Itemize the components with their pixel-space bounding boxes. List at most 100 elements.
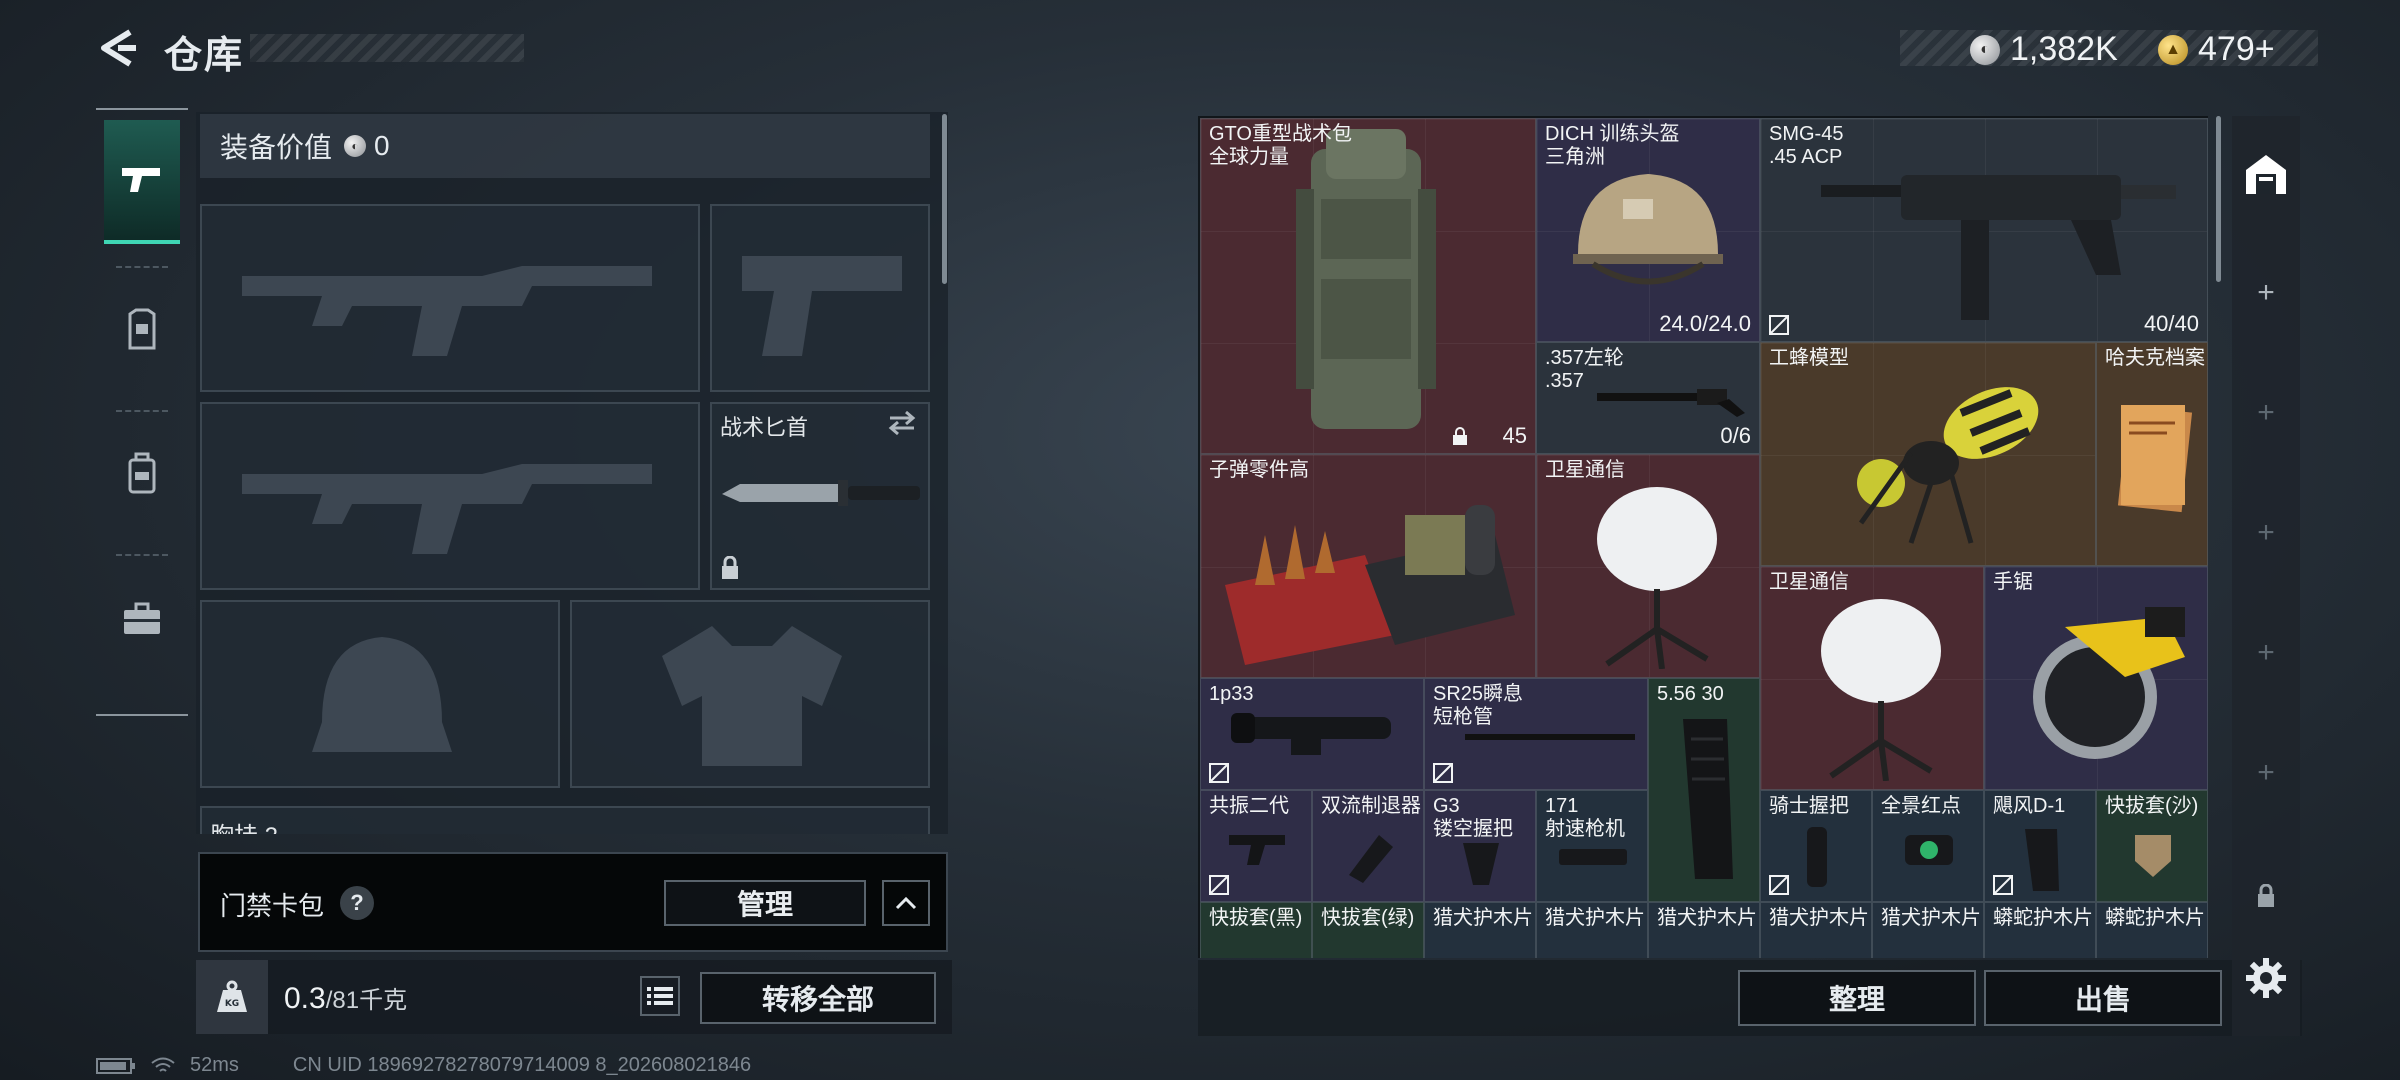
storage-item[interactable]: 1p33 [1200,678,1424,790]
add-page-button[interactable]: + [2232,396,2300,430]
storage-item[interactable]: 猎犬护木片 [1536,902,1648,958]
item-name: 1p33 [1209,683,1254,705]
tab-armor[interactable] [104,270,180,390]
category-tab-rail [96,108,188,716]
add-page-button[interactable]: + [2232,516,2300,550]
item-name: 哈夫克档案 [2105,347,2205,369]
expand-button[interactable] [882,880,930,926]
item-name: GTO重型战术包 全球力量 [1209,123,1352,168]
help-icon[interactable]: ? [340,886,374,920]
list-view-button[interactable] [640,976,680,1016]
settings-button[interactable] [2244,956,2288,1005]
vertical-grip-icon [1807,827,1827,887]
add-page-button[interactable]: + [2232,636,2300,670]
add-page-button[interactable]: + [2232,276,2300,310]
title-decoration [250,34,524,62]
tab-case[interactable] [104,560,180,680]
briefcase-icon [124,602,160,634]
bee-model-icon [1857,387,2039,544]
storage-item[interactable]: 全景红点 [1872,790,1984,902]
storage-item[interactable]: 171 射速枪机 [1536,790,1648,902]
weight-bar: KG 0.3/81千克 转移全部 [196,960,952,1034]
primary-weapon-slot-1[interactable] [200,204,700,392]
stock-icon [2025,829,2059,891]
storage-item[interactable]: SMG-45 .45 ACP 40/40 [1760,118,2208,342]
back-arrow-icon [101,29,136,67]
gun-icon [122,168,160,192]
storage-item[interactable]: G3 镂空握把 [1424,790,1536,902]
equipment-scrollbar[interactable] [942,114,947,284]
grip-icon [1463,843,1499,885]
equipment-value-row: 装备价值 ◐ 0 [200,114,930,178]
locked-page [2256,883,2276,913]
circular-saw-icon [2033,607,2185,759]
sidearm-slot[interactable] [710,204,930,392]
chest-rig-slot[interactable]: 胸挂 2 [200,806,930,834]
item-ammo: 0/6 [1720,423,1751,448]
item-name: 猎犬护木片 [1545,907,1645,929]
pistol-silhouette-icon [742,256,902,356]
holster-icon [2135,835,2171,877]
tab-backpack[interactable] [104,414,180,534]
red-dot-sight-icon [1905,835,1953,865]
lock-icon [1453,427,1467,445]
storage-item[interactable]: 快拔套(沙) [2096,790,2208,902]
no-insurance-icon [1769,315,1789,335]
sell-button[interactable]: 出售 [1984,970,2222,1026]
storage-item[interactable]: 快拔套(黑) [1200,902,1312,958]
storage-item[interactable]: 猎犬护木片 [1648,902,1760,958]
storage-item[interactable]: 哈夫克档案 [2096,342,2208,566]
storage-item[interactable]: .357左轮 .357 0/6 [1536,342,1760,454]
storage-item[interactable]: 卫星通信 [1760,566,1984,790]
equipment-panel: 装备价值 ◐ 0 战术匕首 [196,112,948,834]
storage-item[interactable]: 飓风D-1 [1984,790,2096,902]
storage-item[interactable]: 蟒蛇护木片 [1984,902,2096,958]
warehouse-icon [2246,155,2286,194]
gold-currency[interactable]: ▲ 479+ [2158,30,2275,69]
melee-slot[interactable]: 战术匕首 [710,402,930,590]
storage-item[interactable]: 猎犬护木片 [1424,902,1536,958]
storage-item[interactable]: SR25瞬息 短枪管 [1424,678,1648,790]
item-name: SMG-45 .45 ACP [1769,123,1844,168]
storage-item[interactable]: 5.56 30 [1648,678,1760,902]
item-name: 飓风D-1 [1993,795,2066,817]
add-page-button[interactable]: + [2232,756,2300,790]
item-name: 手锯 [1993,571,2033,593]
item-name: 卫星通信 [1769,571,1849,593]
storage-item[interactable]: 共振二代 [1200,790,1312,902]
storage-item[interactable]: 子弹零件高 [1200,454,1536,678]
gold-coin-icon: ▲ [2158,34,2188,65]
helmet-slot[interactable] [200,600,560,788]
storage-scrollbar[interactable] [2216,116,2221,282]
item-name: 蟒蛇护木片 [1993,907,2093,929]
silver-currency: ◐ 1,382K [1970,30,2118,69]
transfer-all-button[interactable]: 转移全部 [700,972,936,1024]
battery-icon [96,1057,135,1074]
storage-item[interactable]: 手锯 [1984,566,2208,790]
ping-text: 52ms [190,1054,239,1076]
storage-item[interactable]: DICH 训练头盔 三角洲 24.0/24.0 [1536,118,1760,342]
storage-item[interactable]: 快拔套(绿) [1312,902,1424,958]
tactical-backpack-icon [1296,129,1436,429]
primary-weapon-slot-2[interactable] [200,402,700,590]
item-name: SR25瞬息 短枪管 [1433,683,1524,728]
smg-icon [1821,175,2176,320]
storage-item[interactable]: 双流制退器 [1312,790,1424,902]
back-button[interactable] [96,26,140,70]
tab-weapons[interactable] [104,120,180,244]
storage-item[interactable]: 卫星通信 [1536,454,1760,678]
item-name: 猎犬护木片 [1769,907,1869,929]
body-armor-slot[interactable] [570,600,930,788]
storage-item[interactable]: 骑士握把 [1760,790,1872,902]
storage-item[interactable]: 蟒蛇护木片 [2096,902,2208,958]
sort-button[interactable]: 整理 [1738,970,1976,1026]
storage-item[interactable]: 猎犬护木片 [1760,902,1872,958]
storage-item[interactable]: 猎犬护木片 [1872,902,1984,958]
storage-item[interactable]: 工蜂模型 [1760,342,2096,566]
storage-home-tab[interactable] [2242,150,2290,198]
swap-icon[interactable] [886,410,918,436]
storage-item[interactable]: GTO重型战术包 全球力量 45 [1200,118,1536,454]
weight-current: 0.3 [284,982,326,1015]
knife-icon [722,480,920,506]
manage-button[interactable]: 管理 [664,880,866,926]
